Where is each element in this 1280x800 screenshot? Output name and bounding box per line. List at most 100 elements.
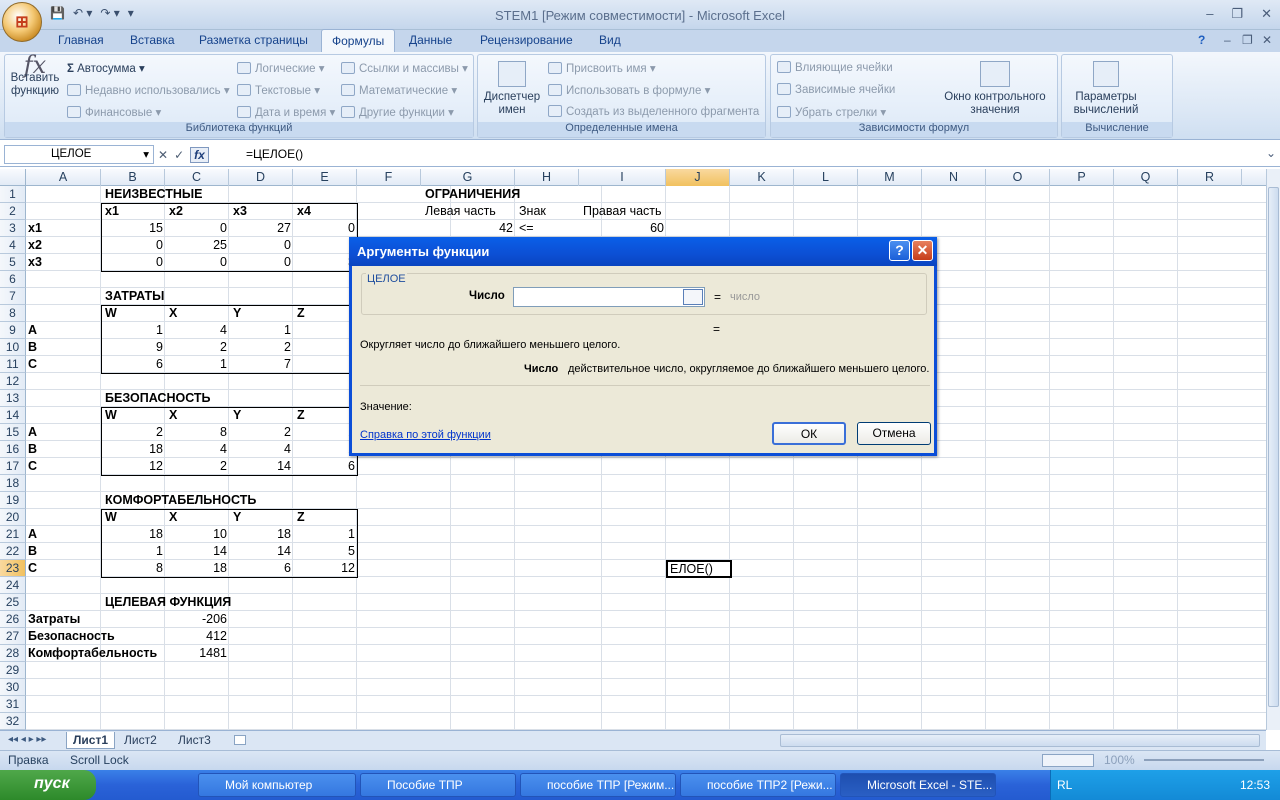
cell[interactable]: Y [231, 407, 243, 424]
logical-button[interactable]: Логические ▾ [237, 61, 325, 75]
define-name-button[interactable]: Присвоить имя ▾ [548, 61, 656, 75]
sheet-tab-3[interactable]: Лист3 [172, 732, 217, 749]
cell[interactable]: 0 [101, 254, 165, 271]
row-header[interactable]: 18 [0, 475, 26, 492]
row-header[interactable]: 3 [0, 220, 26, 237]
financial-button[interactable]: Финансовые ▾ [67, 105, 161, 119]
cell[interactable]: 6 [101, 356, 165, 373]
cell[interactable]: A [26, 526, 39, 543]
row-header[interactable]: 29 [0, 662, 26, 679]
cell[interactable]: 0 [165, 220, 229, 237]
cell[interactable]: 4 [165, 322, 229, 339]
row-header[interactable]: 11 [0, 356, 26, 373]
cell[interactable]: ОГРАНИЧЕНИЯ [423, 186, 522, 203]
row-header[interactable]: 21 [0, 526, 26, 543]
row-header[interactable]: 9 [0, 322, 26, 339]
row-header[interactable]: 24 [0, 577, 26, 594]
vertical-scrollbar[interactable] [1266, 169, 1280, 730]
cell[interactable]: 10 [165, 526, 229, 543]
insert-sheet-icon[interactable] [228, 732, 248, 749]
tab-review[interactable]: Рецензирование [480, 33, 573, 47]
column-header[interactable]: G [421, 169, 515, 186]
collapse-dialog-icon[interactable] [683, 289, 703, 305]
zoom-slider[interactable] [1144, 759, 1264, 761]
row-header[interactable]: 28 [0, 645, 26, 662]
cell[interactable]: 2 [165, 339, 229, 356]
taskbar-item-folder[interactable]: Пособие ТПР [360, 773, 516, 797]
column-header[interactable]: A [26, 169, 101, 186]
column-header[interactable]: E [293, 169, 357, 186]
cell[interactable]: -206 [165, 611, 229, 628]
cell[interactable]: 4 [229, 441, 293, 458]
cell[interactable]: 42 [421, 220, 515, 237]
cell[interactable]: B [26, 441, 39, 458]
cell[interactable]: БЕЗОПАСНОСТЬ [103, 390, 213, 407]
maximize-button[interactable]: ❐ [1231, 6, 1243, 22]
cell[interactable]: A [26, 322, 39, 339]
column-header[interactable]: L [794, 169, 858, 186]
column-header[interactable]: H [515, 169, 579, 186]
use-in-formula-button[interactable]: Использовать в формуле ▾ [548, 83, 710, 97]
cell[interactable]: 2 [101, 424, 165, 441]
row-header[interactable]: 20 [0, 509, 26, 526]
cell[interactable]: x1 [103, 203, 121, 220]
workbook-close-button[interactable]: ✕ [1262, 33, 1272, 47]
cell[interactable]: Безопасность [26, 628, 117, 645]
cell[interactable]: 14 [229, 543, 293, 560]
cell[interactable]: Левая часть [423, 203, 498, 220]
cell[interactable]: W [103, 407, 119, 424]
cell[interactable]: 3 [293, 254, 357, 271]
column-header[interactable]: K [730, 169, 794, 186]
row-header[interactable]: 22 [0, 543, 26, 560]
row-header[interactable]: 23 [0, 560, 26, 577]
help-link[interactable]: Справка по этой функции [360, 429, 491, 441]
cell[interactable]: B [26, 543, 39, 560]
cell[interactable]: C [26, 356, 39, 373]
row-header[interactable]: 13 [0, 390, 26, 407]
vertical-scroll-thumb[interactable] [1268, 187, 1279, 707]
tab-formulas[interactable]: Формулы [321, 29, 396, 53]
language-indicator[interactable]: RL [1057, 778, 1072, 792]
cell[interactable]: 25 [165, 237, 229, 254]
insert-function-button[interactable]: fx Вставить функцию [7, 53, 63, 98]
row-header[interactable]: 10 [0, 339, 26, 356]
row-header[interactable]: 16 [0, 441, 26, 458]
watch-window-button[interactable]: Окно контрольного значения [937, 61, 1053, 117]
row-header[interactable]: 4 [0, 237, 26, 254]
formula-input[interactable]: =ЦЕЛОЕ() [246, 147, 303, 161]
cancel-button[interactable]: Отмена [857, 422, 931, 445]
column-header[interactable]: Q [1114, 169, 1178, 186]
cell[interactable]: C [26, 560, 39, 577]
cell[interactable]: 1 [101, 543, 165, 560]
cell[interactable]: 14 [229, 458, 293, 475]
cell[interactable]: <= [517, 220, 536, 237]
row-header[interactable]: 30 [0, 679, 26, 696]
cell[interactable]: Знак [517, 203, 548, 220]
row-header[interactable]: 17 [0, 458, 26, 475]
cell[interactable]: 412 [165, 628, 229, 645]
cell[interactable]: Затраты [26, 611, 82, 628]
name-box-dropdown-icon[interactable]: ▾ [143, 147, 149, 161]
column-header[interactable]: C [165, 169, 229, 186]
cell[interactable]: 18 [101, 526, 165, 543]
column-header[interactable]: M [858, 169, 922, 186]
row-header[interactable]: 1 [0, 186, 26, 203]
column-header[interactable]: B [101, 169, 165, 186]
row-header[interactable]: 26 [0, 611, 26, 628]
active-cell[interactable]: ЕЛОЕ() [666, 560, 732, 578]
column-header[interactable]: R [1178, 169, 1242, 186]
cell[interactable]: Комфортабельность [26, 645, 159, 662]
cell[interactable]: 6 [229, 560, 293, 577]
select-all-corner[interactable] [0, 169, 26, 186]
cell[interactable]: 8 [101, 560, 165, 577]
cell[interactable]: W [103, 305, 119, 322]
cell[interactable]: 12 [101, 458, 165, 475]
cell[interactable]: 18 [165, 560, 229, 577]
cell[interactable]: 1 [293, 441, 357, 458]
expand-formula-bar-icon[interactable]: ⌄ [1266, 146, 1276, 160]
cell[interactable]: 27 [229, 220, 293, 237]
row-header[interactable]: 12 [0, 373, 26, 390]
workbook-minimize-button[interactable]: – [1224, 33, 1231, 47]
cell[interactable]: 2 [229, 424, 293, 441]
row-header[interactable]: 5 [0, 254, 26, 271]
